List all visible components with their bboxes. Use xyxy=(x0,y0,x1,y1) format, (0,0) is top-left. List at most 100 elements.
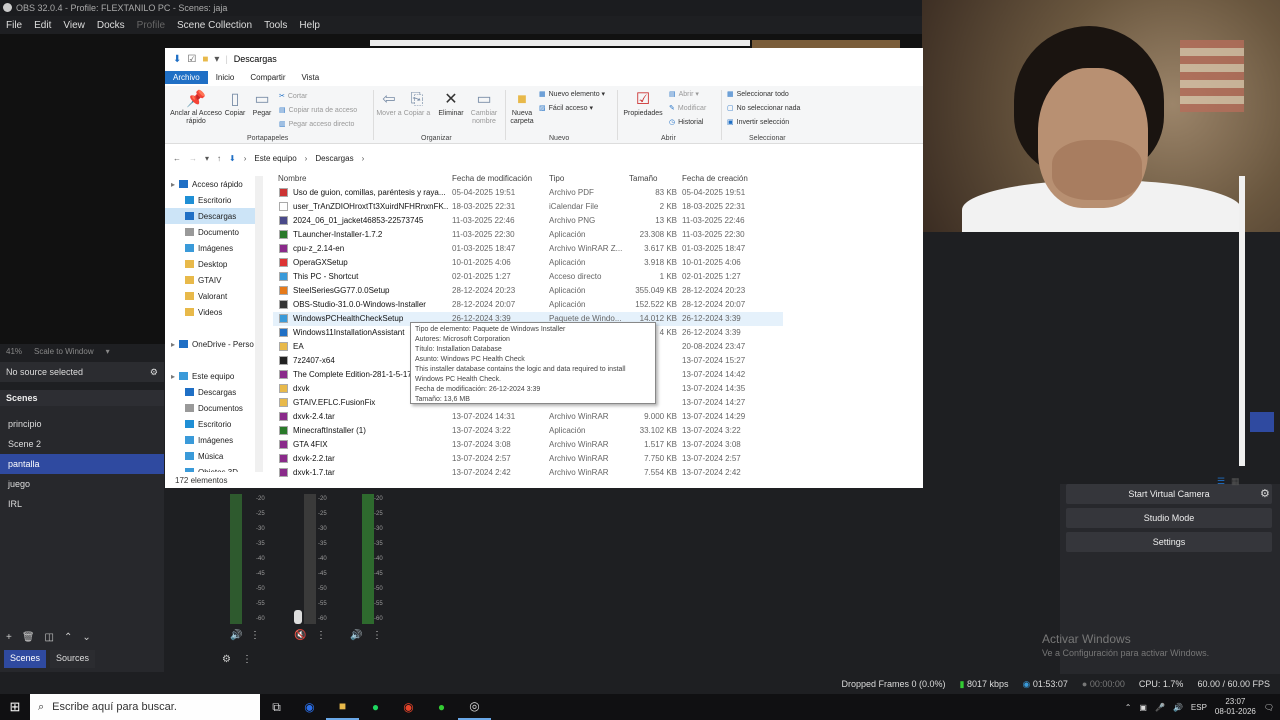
new-item-button[interactable]: ▦ Nuevo elemento ▾ xyxy=(539,90,605,98)
open-button[interactable]: ▤ Abrir ▾ xyxy=(669,90,699,98)
menu-docks[interactable]: Docks xyxy=(97,20,125,31)
speaker-icon[interactable]: 🔊 xyxy=(350,630,362,641)
nav-scrollbar[interactable] xyxy=(255,176,263,472)
rename-button[interactable]: ▭ Cambiar nombre xyxy=(467,90,501,126)
nav-item[interactable]: Documento xyxy=(165,224,263,240)
column-name[interactable]: Nombre xyxy=(278,174,306,183)
file-row[interactable]: OperaGXSetup 10-01-2025 4:06 Aplicación 3.9… xyxy=(273,256,783,270)
menu-view[interactable]: View xyxy=(63,20,85,31)
column-modified[interactable]: Fecha de modificación xyxy=(452,174,532,183)
scene-item-juego[interactable]: juego xyxy=(0,474,164,494)
nav-item[interactable]: Objetos 3D xyxy=(165,464,263,472)
back-icon[interactable]: ← xyxy=(173,154,181,163)
chevron-right-icon[interactable]: ▸ xyxy=(171,340,175,349)
arrow-down-icon[interactable]: ⌄ xyxy=(82,632,90,643)
paste-shortcut-button[interactable]: ▥ Pegar acceso directo xyxy=(279,120,354,128)
delete-button[interactable]: ✕ Eliminar xyxy=(435,90,467,118)
add-icon[interactable]: + xyxy=(6,632,12,643)
speaker-icon[interactable]: 🔊 xyxy=(230,630,242,641)
down-arrow-icon[interactable]: ⬇ xyxy=(173,54,181,65)
kebab-menu-icon[interactable]: ⋮ xyxy=(316,630,326,641)
copy-to-button[interactable]: ⎘ Copiar a xyxy=(403,90,431,118)
nav-item[interactable]: Desktop xyxy=(165,256,263,272)
gear-icon[interactable]: ⚙ xyxy=(222,654,231,665)
file-explorer-icon[interactable]: ■ xyxy=(326,694,359,720)
column-type[interactable]: Tipo xyxy=(549,174,564,183)
history-button[interactable]: ◷ Historial xyxy=(669,118,703,126)
volume-icon[interactable]: 🔊 xyxy=(1173,703,1183,712)
tab-scenes[interactable]: Scenes xyxy=(4,650,47,668)
checkbox-icon[interactable]: ☑ xyxy=(187,54,196,65)
spotify-icon[interactable]: ● xyxy=(359,694,392,720)
invert-selection-button[interactable]: ▣ Invertir selección xyxy=(727,118,789,126)
easy-access-button[interactable]: ▨ Fácil acceso ▾ xyxy=(539,104,593,112)
language-indicator[interactable]: ESP xyxy=(1191,703,1207,712)
modify-button[interactable]: ✎ Modificar xyxy=(669,104,706,112)
file-row[interactable]: This PC - Shortcut 02-01-2025 1:27 Acceso … xyxy=(273,270,783,284)
taskbar-search[interactable]: ⌕ Escribe aquí para buscar. xyxy=(30,694,260,720)
nav-item[interactable]: Descargas xyxy=(165,384,263,400)
volume-slider-handle[interactable] xyxy=(294,610,302,624)
file-row[interactable]: MinecraftInstaller (1) 13-07-2024 3:22 Apl… xyxy=(273,424,783,438)
column-size[interactable]: Tamaño xyxy=(629,174,657,183)
copy-path-button[interactable]: ▤ Copiar ruta de acceso xyxy=(279,106,357,114)
gear-icon[interactable]: ⚙ xyxy=(1260,487,1270,500)
chevron-down-icon[interactable]: ▾ xyxy=(205,154,209,163)
selected-transition[interactable] xyxy=(1250,412,1274,432)
properties-button[interactable]: ☑ Propiedades xyxy=(619,90,667,118)
menu-tools[interactable]: Tools xyxy=(264,20,287,31)
nav-item[interactable] xyxy=(165,320,263,336)
nav-item[interactable]: Escritorio xyxy=(165,416,263,432)
menu-help[interactable]: Help xyxy=(299,20,320,31)
file-row[interactable]: user_TrAnZDIOHroxtTt3XuirdNFHRnxnFK... 18… xyxy=(273,200,783,214)
scene-item-irl[interactable]: IRL xyxy=(0,494,164,514)
nav-item[interactable]: GTAIV xyxy=(165,272,263,288)
app-icon[interactable]: ◉ xyxy=(293,694,326,720)
nav-item[interactable]: Descargas xyxy=(165,208,263,224)
trash-icon[interactable]: 🗑 xyxy=(22,632,35,643)
app-icon[interactable]: ● xyxy=(425,694,458,720)
file-row[interactable]: SteelSeriesGG77.0.0Setup 28-12-2024 20:23… xyxy=(273,284,783,298)
file-row[interactable]: GTA 4FIX 13-07-2024 3:08 Archivo WinRAR 1.5… xyxy=(273,438,783,452)
file-row[interactable]: dxvk-2.2.tar 13-07-2024 2:57 Archivo WinRA… xyxy=(273,452,783,466)
chevron-up-icon[interactable]: ⌃ xyxy=(1125,703,1132,712)
chevron-down-icon[interactable]: ▾ xyxy=(214,54,219,65)
nav-item[interactable]: Documentos xyxy=(165,400,263,416)
move-to-button[interactable]: ⇦ Mover a xyxy=(375,90,403,118)
tiles-view-icon[interactable]: ▦ xyxy=(1231,476,1240,487)
breadcrumb-este-equipo[interactable]: Este equipo xyxy=(254,154,296,163)
task-view-icon[interactable]: ⧉ xyxy=(260,694,293,720)
clock[interactable]: 23:07 08-01-2026 xyxy=(1215,697,1256,717)
nav-item[interactable]: Música xyxy=(165,448,263,464)
obs-icon[interactable]: ◎ xyxy=(458,694,491,720)
new-folder-button[interactable]: ■ Nueva carpeta xyxy=(507,90,537,126)
zoom-level[interactable]: 41% xyxy=(6,347,22,356)
tab-compartir[interactable]: Compartir xyxy=(242,71,293,84)
chevron-down-icon[interactable]: ▾ xyxy=(106,347,110,356)
zoom-mode[interactable]: Scale to Window xyxy=(34,347,94,356)
file-row[interactable]: Uso de guion, comillas, paréntesis y ray… xyxy=(273,186,783,200)
menu-edit[interactable]: Edit xyxy=(34,20,51,31)
studio-mode-button[interactable]: Studio Mode xyxy=(1066,508,1272,528)
breadcrumb-descargas[interactable]: Descargas xyxy=(315,154,353,163)
file-row[interactable]: dxvk-2.4.tar 13-07-2024 14:31 Archivo WinR… xyxy=(273,410,783,424)
arrow-up-icon[interactable]: ⌃ xyxy=(64,632,72,643)
notification-icon[interactable]: 🗨 xyxy=(1264,703,1274,712)
tab-vista[interactable]: Vista xyxy=(294,71,328,84)
file-row[interactable]: 2024_06_01_jacket46853-22573745 11-03-202… xyxy=(273,214,783,228)
tab-sources[interactable]: Sources xyxy=(50,650,96,668)
select-none-button[interactable]: ▢ No seleccionar nada xyxy=(727,104,800,112)
windows-start-icon[interactable]: ⊞ xyxy=(0,694,30,720)
pin-quick-access-button[interactable]: 📌 Anclar al Acceso rápido xyxy=(169,90,223,126)
nav-item[interactable] xyxy=(165,352,263,368)
cut-button[interactable]: ✂ Cortar xyxy=(279,92,307,100)
chevron-right-icon[interactable]: ▸ xyxy=(171,372,175,381)
nav-item[interactable]: ▸ Acceso rápido xyxy=(165,176,263,192)
file-row[interactable]: OBS-Studio-31.0.0-Windows-Installer 28-12… xyxy=(273,298,783,312)
kebab-menu-icon[interactable]: ⋮ xyxy=(242,654,252,665)
nav-item[interactable]: ▸ Este equipo xyxy=(165,368,263,384)
start-virtual-camera-button[interactable]: Start Virtual Camera xyxy=(1066,484,1272,504)
chrome-icon[interactable]: ◉ xyxy=(392,694,425,720)
settings-button[interactable]: Settings xyxy=(1066,532,1272,552)
paste-button[interactable]: ▭ Pegar xyxy=(249,90,275,118)
